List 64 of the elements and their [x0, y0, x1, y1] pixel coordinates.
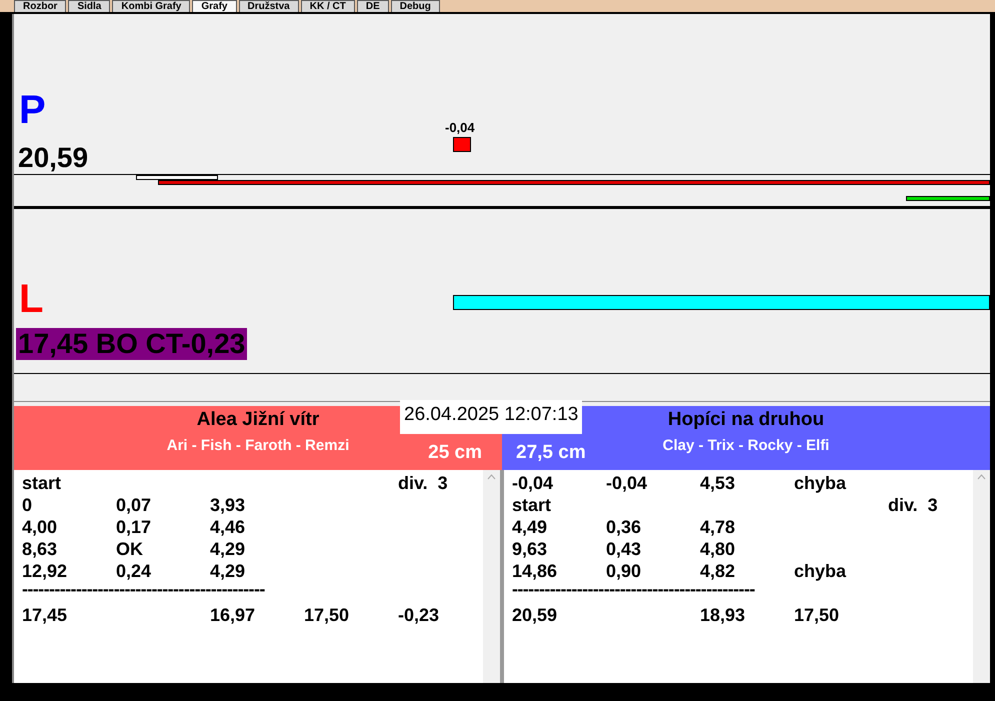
log-cell: start: [22, 472, 62, 494]
log-cell: 4,46: [210, 516, 246, 538]
tab[interactable]: Grafy: [192, 0, 236, 12]
log-cell: 4,78: [700, 516, 736, 538]
log-cell: 4,29: [210, 538, 246, 560]
score-value: 20,59: [17, 142, 90, 174]
tab[interactable]: Kombi Grafy: [112, 0, 190, 12]
lane-letter: P: [19, 88, 46, 133]
lane-letter: L: [19, 277, 44, 322]
log-cell: -0,23: [398, 604, 440, 626]
team-players: Clay - Trix - Rocky - Elfi: [662, 437, 830, 454]
log-cell: start: [512, 494, 552, 516]
log-cell: 4,53: [700, 472, 736, 494]
log-cell: 0,07: [116, 494, 152, 516]
marker-label: -0,04: [445, 120, 475, 135]
tab[interactable]: Sidla: [68, 0, 110, 12]
log-cell: 17,50: [794, 604, 840, 626]
log-cell: 17,50: [304, 604, 350, 626]
team-name: Alea Jižní vítr: [196, 409, 320, 431]
separator-line: ---------------------------------------------: [22, 582, 266, 601]
log-cell: div. 3: [888, 494, 938, 516]
log-cell: 20,59: [512, 604, 558, 626]
log-cell: 0,24: [116, 560, 152, 582]
log-cell: chyba: [794, 472, 846, 494]
log-cell: OK: [116, 538, 143, 560]
log-cell: chyba: [794, 560, 846, 582]
scrollbar[interactable]: [483, 470, 500, 683]
tab[interactable]: Rozbor: [14, 0, 66, 12]
log-cell: 4,80: [700, 538, 736, 560]
scroll-up-icon[interactable]: [977, 474, 986, 480]
log-cell: 0,90: [606, 560, 642, 582]
log-cell: 0,17: [116, 516, 152, 538]
distance-value: 27,5 cm: [516, 442, 586, 464]
log-cell: -0,04: [512, 472, 554, 494]
log-cell: 18,93: [700, 604, 746, 626]
score-value: 17,45 BO CT-0,23: [16, 328, 248, 360]
log-cell: 4,00: [22, 516, 58, 538]
log-cell: 12,92: [22, 560, 68, 582]
log-cell: 9,63: [512, 538, 548, 560]
tab[interactable]: KK / CT: [300, 0, 355, 12]
team-name: Hopíci na druhou: [668, 409, 824, 431]
distance-value: 25 cm: [428, 442, 482, 464]
team-players: Ari - Fish - Faroth - Remzi: [166, 437, 350, 454]
log-cell: 0,36: [606, 516, 642, 538]
log-cell: 4,29: [210, 560, 246, 582]
log-cell: -0,04: [606, 472, 648, 494]
date-time: 26.04.2025 12:07:13: [400, 400, 582, 434]
marker-square: [453, 137, 471, 152]
tab[interactable]: Družstva: [238, 0, 299, 12]
scroll-up-icon[interactable]: [487, 474, 496, 480]
log-cell: div. 3: [398, 472, 448, 494]
log-cell: 4,49: [512, 516, 548, 538]
tab[interactable]: DE: [356, 0, 389, 12]
separator-line: ---------------------------------------------: [512, 582, 756, 601]
log-cell: 14,86: [512, 560, 558, 582]
log-cell: 17,45: [22, 604, 68, 626]
scrollbar[interactable]: [973, 470, 990, 683]
log-cell: 4,82: [700, 560, 736, 582]
log-cell: 8,63: [22, 538, 58, 560]
tab[interactable]: Debug: [390, 0, 440, 12]
log-cell: 3,93: [210, 494, 246, 516]
log-cell: 0,43: [606, 538, 642, 560]
log-cell: 16,97: [210, 604, 256, 626]
log-cell: 0: [22, 494, 32, 516]
